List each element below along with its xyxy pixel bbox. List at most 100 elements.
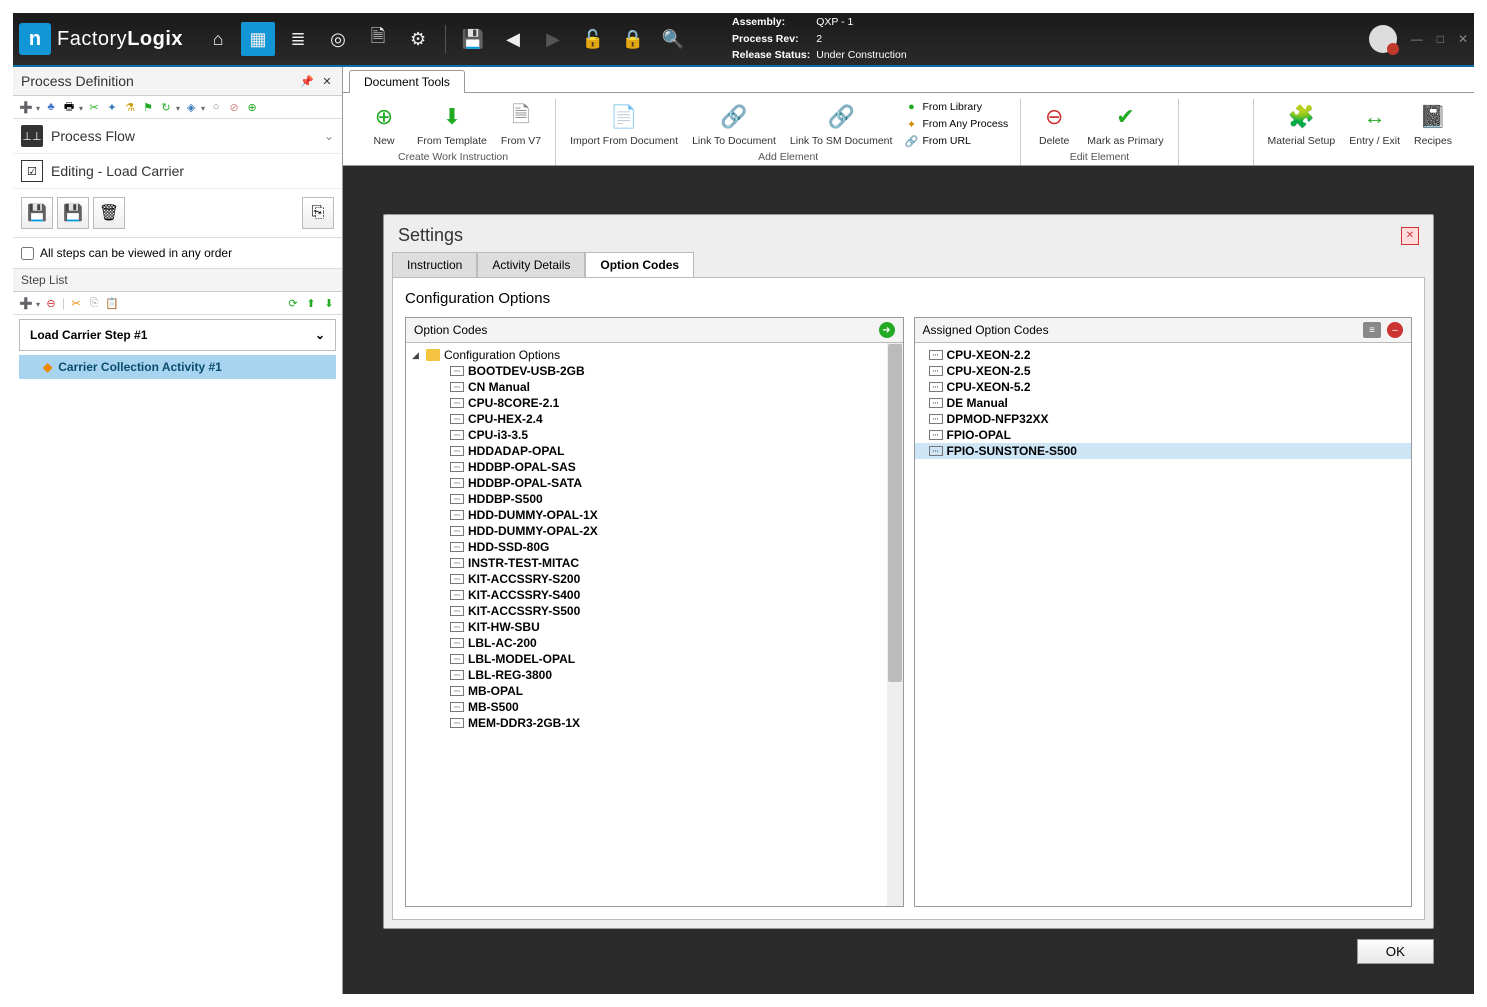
option-code-item[interactable]: ⋯CN Manual — [406, 379, 903, 395]
option-code-item[interactable]: ⋯HDD-DUMMY-OPAL-2X — [406, 523, 903, 539]
recipes-button[interactable]: 📓Recipes — [1410, 99, 1456, 149]
print-icon[interactable]: 🖶 — [62, 100, 76, 114]
save-icon[interactable]: 💾 — [456, 22, 490, 56]
option-code-item[interactable]: ⋯HDDBP-OPAL-SATA — [406, 475, 903, 491]
from-library-button[interactable]: ●From Library — [902, 99, 1010, 115]
assigned-code-item[interactable]: ⋯DE Manual — [915, 395, 1412, 411]
tab-activity-details[interactable]: Activity Details — [477, 252, 585, 277]
option-code-item[interactable]: ⋯CPU-HEX-2.4 — [406, 411, 903, 427]
circle2-icon[interactable]: ⊘ — [227, 100, 241, 114]
option-code-item[interactable]: ⋯LBL-AC-200 — [406, 635, 903, 651]
option-code-item[interactable]: ⋯MB-OPAL — [406, 683, 903, 699]
hierarchy-icon[interactable]: ♣ — [44, 100, 58, 114]
assigned-code-item[interactable]: ⋯CPU-XEON-5.2 — [915, 379, 1412, 395]
link-icon[interactable]: ✂ — [87, 100, 101, 114]
tab-instruction[interactable]: Instruction — [392, 252, 477, 277]
from-v7-button[interactable]: 🗎From V7 — [497, 99, 545, 149]
option-code-item[interactable]: ⋯KIT-ACCSSRY-S400 — [406, 587, 903, 603]
close-icon[interactable]: ✕ — [1458, 32, 1468, 46]
pin-icon[interactable]: 📌 — [300, 74, 314, 88]
stack-icon[interactable]: ≣ — [281, 22, 315, 56]
delete-doc-button[interactable]: 🗑 — [93, 197, 125, 229]
import-doc-button[interactable]: 📄Import From Document — [566, 99, 682, 149]
option-code-item[interactable]: ⋯MB-S500 — [406, 699, 903, 715]
link-to-sm-doc-button[interactable]: 🔗Link To SM Document — [786, 99, 897, 149]
process-flow-section[interactable]: ⊥⊥ Process Flow ⌄ — [13, 119, 342, 154]
paste-icon[interactable]: 📋 — [105, 296, 119, 310]
from-any-process-button[interactable]: ✦From Any Process — [902, 116, 1010, 132]
user-avatar-icon[interactable] — [1369, 25, 1397, 53]
option-code-item[interactable]: ⋯KIT-ACCSSRY-S500 — [406, 603, 903, 619]
option-code-item[interactable]: ⋯KIT-HW-SBU — [406, 619, 903, 635]
delete-button[interactable]: ⊖Delete — [1031, 99, 1077, 149]
material-setup-button[interactable]: 🧩Material Setup — [1264, 99, 1340, 149]
option-code-item[interactable]: ⋯HDD-DUMMY-OPAL-1X — [406, 507, 903, 523]
circle3-icon[interactable]: ⊕ — [245, 100, 259, 114]
expand-step-icon[interactable]: ⌄ — [315, 328, 325, 342]
assigned-code-item[interactable]: ⋯FPIO-SUNSTONE-S500 — [915, 443, 1412, 459]
option-code-item[interactable]: ⋯KIT-ACCSSRY-S200 — [406, 571, 903, 587]
list-view-icon[interactable]: ≡ — [1363, 322, 1381, 338]
option-code-item[interactable]: ⋯HDDBP-S500 — [406, 491, 903, 507]
cut-icon[interactable]: ✂ — [69, 296, 83, 310]
tab-option-codes[interactable]: Option Codes — [585, 252, 694, 277]
back-icon[interactable]: ◀ — [496, 22, 530, 56]
link-to-doc-button[interactable]: 🔗Link To Document — [688, 99, 780, 149]
mark-primary-button[interactable]: ✔Mark as Primary — [1083, 99, 1167, 149]
down-icon[interactable]: ⬇ — [322, 296, 336, 310]
option-code-item[interactable]: ⋯HDDADAP-OPAL — [406, 443, 903, 459]
option-code-item[interactable]: ⋯LBL-MODEL-OPAL — [406, 651, 903, 667]
from-template-button[interactable]: ⬇From Template — [413, 99, 491, 149]
refresh-icon[interactable]: ↻ — [159, 100, 173, 114]
assigned-code-item[interactable]: ⋯DPMOD-NFP32XX — [915, 411, 1412, 427]
from-url-button[interactable]: 🔗From URL — [902, 133, 1010, 149]
save-as-button[interactable]: 💾 — [57, 197, 89, 229]
any-order-checkbox[interactable] — [21, 247, 34, 260]
scrollbar[interactable] — [887, 343, 903, 906]
document-tools-tab[interactable]: Document Tools — [349, 70, 465, 93]
close-panel-icon[interactable]: ✕ — [320, 74, 334, 88]
assigned-code-item[interactable]: ⋯CPU-XEON-2.2 — [915, 347, 1412, 363]
target-icon[interactable]: ◎ — [321, 22, 355, 56]
assigned-code-item[interactable]: ⋯CPU-XEON-2.5 — [915, 363, 1412, 379]
gear-icon[interactable]: ⚙ — [401, 22, 435, 56]
cube-icon[interactable]: ◈ — [184, 100, 198, 114]
chevron-down-icon[interactable]: ⌄ — [324, 129, 334, 143]
home-icon[interactable]: ⌂ — [201, 22, 235, 56]
minimize-icon[interactable]: — — [1411, 32, 1423, 46]
option-code-item[interactable]: ⋯CPU-8CORE-2.1 — [406, 395, 903, 411]
grid-icon[interactable]: ▦ — [241, 22, 275, 56]
save-doc-button[interactable]: 💾 — [21, 197, 53, 229]
tool1-icon[interactable]: ✦ — [105, 100, 119, 114]
tree-root[interactable]: ◢ Configuration Options — [406, 347, 903, 363]
add-icon[interactable]: ➕ — [19, 100, 33, 114]
option-code-item[interactable]: ⋯INSTR-TEST-MITAC — [406, 555, 903, 571]
add-option-icon[interactable]: ➜ — [879, 322, 895, 338]
entry-exit-button[interactable]: ↔Entry / Exit — [1345, 99, 1404, 149]
ok-button[interactable]: OK — [1357, 939, 1434, 964]
flag-icon[interactable]: ⚑ — [141, 100, 155, 114]
assigned-code-item[interactable]: ⋯FPIO-OPAL — [915, 427, 1412, 443]
option-code-item[interactable]: ⋯HDDBP-OPAL-SAS — [406, 459, 903, 475]
forward-icon[interactable]: ▶ — [536, 22, 570, 56]
remove-step-icon[interactable]: ⊖ — [44, 296, 58, 310]
add-step-icon[interactable]: ➕ — [19, 296, 33, 310]
new-button[interactable]: ⊕New — [361, 99, 407, 149]
remove-assigned-icon[interactable]: – — [1387, 322, 1403, 338]
search-doc-icon[interactable]: 🔍 — [656, 22, 690, 56]
activity-item[interactable]: ◆ Carrier Collection Activity #1 — [19, 355, 336, 379]
document-icon[interactable]: 🗎 — [361, 22, 395, 56]
reorder-icon[interactable]: ⟳ — [286, 296, 300, 310]
option-code-item[interactable]: ⋯CPU-i3-3.5 — [406, 427, 903, 443]
lock-icon[interactable]: 🔒 — [616, 22, 650, 56]
option-code-item[interactable]: ⋯BOOTDEV-USB-2GB — [406, 363, 903, 379]
option-code-item[interactable]: ⋯HDD-SSD-80G — [406, 539, 903, 555]
circle-icon[interactable]: ○ — [209, 100, 223, 114]
up-icon[interactable]: ⬆ — [304, 296, 318, 310]
exit-button[interactable]: ⎘ — [302, 197, 334, 229]
unlock-icon[interactable]: 🔓 — [576, 22, 610, 56]
step-item[interactable]: Load Carrier Step #1 ⌄ — [19, 319, 336, 351]
option-code-item[interactable]: ⋯MEM-DDR3-2GB-1X — [406, 715, 903, 731]
copy-icon[interactable]: ⎘ — [87, 296, 101, 310]
flask-icon[interactable]: ⚗ — [123, 100, 137, 114]
